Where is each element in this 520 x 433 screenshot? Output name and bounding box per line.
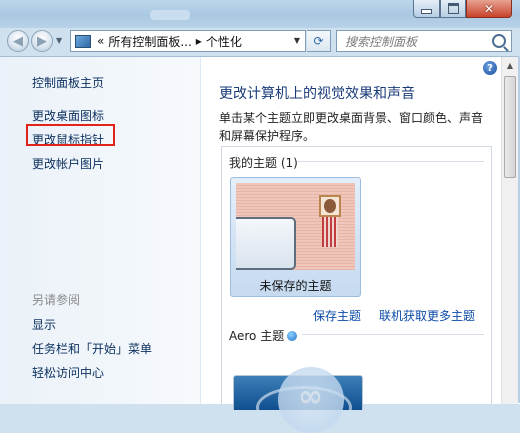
- title-bar: ✕: [0, 0, 520, 28]
- aero-themes-heading: Aero 主题: [229, 327, 298, 344]
- group-divider: [302, 334, 484, 335]
- scrollbar-thumb[interactable]: [504, 76, 516, 178]
- navigation-bar: ◀ ▶ ▼ « 所有控制面板... ▸ 个性化 ▼ ⟳: [0, 28, 520, 54]
- arrow-left-icon: ◀: [13, 33, 23, 49]
- window-preview-icon: [236, 217, 296, 270]
- wallpaper-figure-icon: [316, 195, 344, 251]
- forward-button[interactable]: ▶: [31, 30, 53, 52]
- maximize-button[interactable]: [440, 0, 466, 18]
- theme-name: 未保存的主题: [259, 279, 332, 293]
- page-description: 单击某个主题立即更改桌面背景、窗口颜色、声音和屏幕保护程序。: [219, 111, 484, 143]
- help-icon[interactable]: ?: [483, 61, 497, 75]
- minimize-icon: [421, 9, 432, 14]
- watermark-logo: ∞: [278, 367, 344, 433]
- refresh-icon: ⟳: [313, 34, 324, 48]
- close-icon: ✕: [483, 1, 495, 16]
- maximize-icon: [447, 3, 459, 14]
- theme-thumbnail: [236, 183, 355, 270]
- arrow-right-icon: ▶: [37, 33, 47, 49]
- control-panel-icon: [75, 34, 91, 48]
- sidebar: 控制面板主页 更改桌面图标 更改鼠标指针 更改帐户图片 另请参阅 显示 任务栏和…: [0, 57, 201, 404]
- window-content: 控制面板主页 更改桌面图标 更改鼠标指针 更改帐户图片 另请参阅 显示 任务栏和…: [0, 56, 520, 433]
- minimize-button[interactable]: [413, 0, 440, 18]
- theme-tile-unsaved[interactable]: 未保存的主题: [230, 177, 361, 297]
- see-also-heading: 另请参阅: [32, 293, 81, 307]
- sidebar-link-ease-of-access[interactable]: 轻松访问中心: [32, 364, 104, 381]
- page-title: 更改计算机上的视觉效果和声音: [219, 86, 415, 102]
- aero-info-icon: [287, 331, 298, 341]
- breadcrumb-separator-icon[interactable]: ▸: [196, 34, 202, 48]
- close-button[interactable]: ✕: [466, 0, 512, 18]
- window-title-blurred: [150, 10, 190, 20]
- theme-gallery: 我的主题 (1) 未保存的主题 保存主题 联机获取更多主题 Aero 主题: [221, 146, 492, 410]
- recent-pages-dropdown[interactable]: ▼: [56, 36, 62, 45]
- vertical-scrollbar[interactable]: ▲: [501, 57, 518, 404]
- sidebar-link-display[interactable]: 显示: [32, 316, 56, 333]
- sidebar-link-taskbar-start-menu[interactable]: 任务栏和「开始」菜单: [32, 340, 152, 357]
- highlight-box: [26, 124, 115, 146]
- search-icon[interactable]: [492, 34, 506, 48]
- address-bar[interactable]: « 所有控制面板... ▸ 个性化 ▼: [70, 30, 306, 52]
- group-divider: [298, 161, 484, 162]
- my-themes-heading: 我的主题 (1): [229, 156, 298, 170]
- save-theme-link[interactable]: 保存主题: [313, 307, 361, 324]
- watermark-glyph-icon: ∞: [298, 379, 323, 414]
- search-input[interactable]: [343, 32, 487, 52]
- search-box[interactable]: [336, 30, 512, 52]
- aero-themes-label: Aero 主题: [229, 329, 285, 343]
- get-more-themes-link[interactable]: 联机获取更多主题: [379, 307, 475, 324]
- breadcrumb-overflow[interactable]: «: [97, 34, 104, 48]
- scroll-up-icon[interactable]: ▲: [502, 57, 518, 74]
- address-dropdown-icon[interactable]: ▼: [294, 36, 300, 45]
- refresh-button[interactable]: ⟳: [307, 30, 331, 52]
- sidebar-link-control-panel-home[interactable]: 控制面板主页: [32, 74, 104, 91]
- sidebar-link-change-account-picture[interactable]: 更改帐户图片: [32, 155, 104, 172]
- back-button[interactable]: ◀: [7, 30, 29, 52]
- breadcrumb-control-panel[interactable]: 所有控制面板...: [108, 33, 191, 50]
- sidebar-link-change-desktop-icons[interactable]: 更改桌面图标: [32, 107, 104, 124]
- breadcrumb-personalization[interactable]: 个性化: [206, 33, 242, 50]
